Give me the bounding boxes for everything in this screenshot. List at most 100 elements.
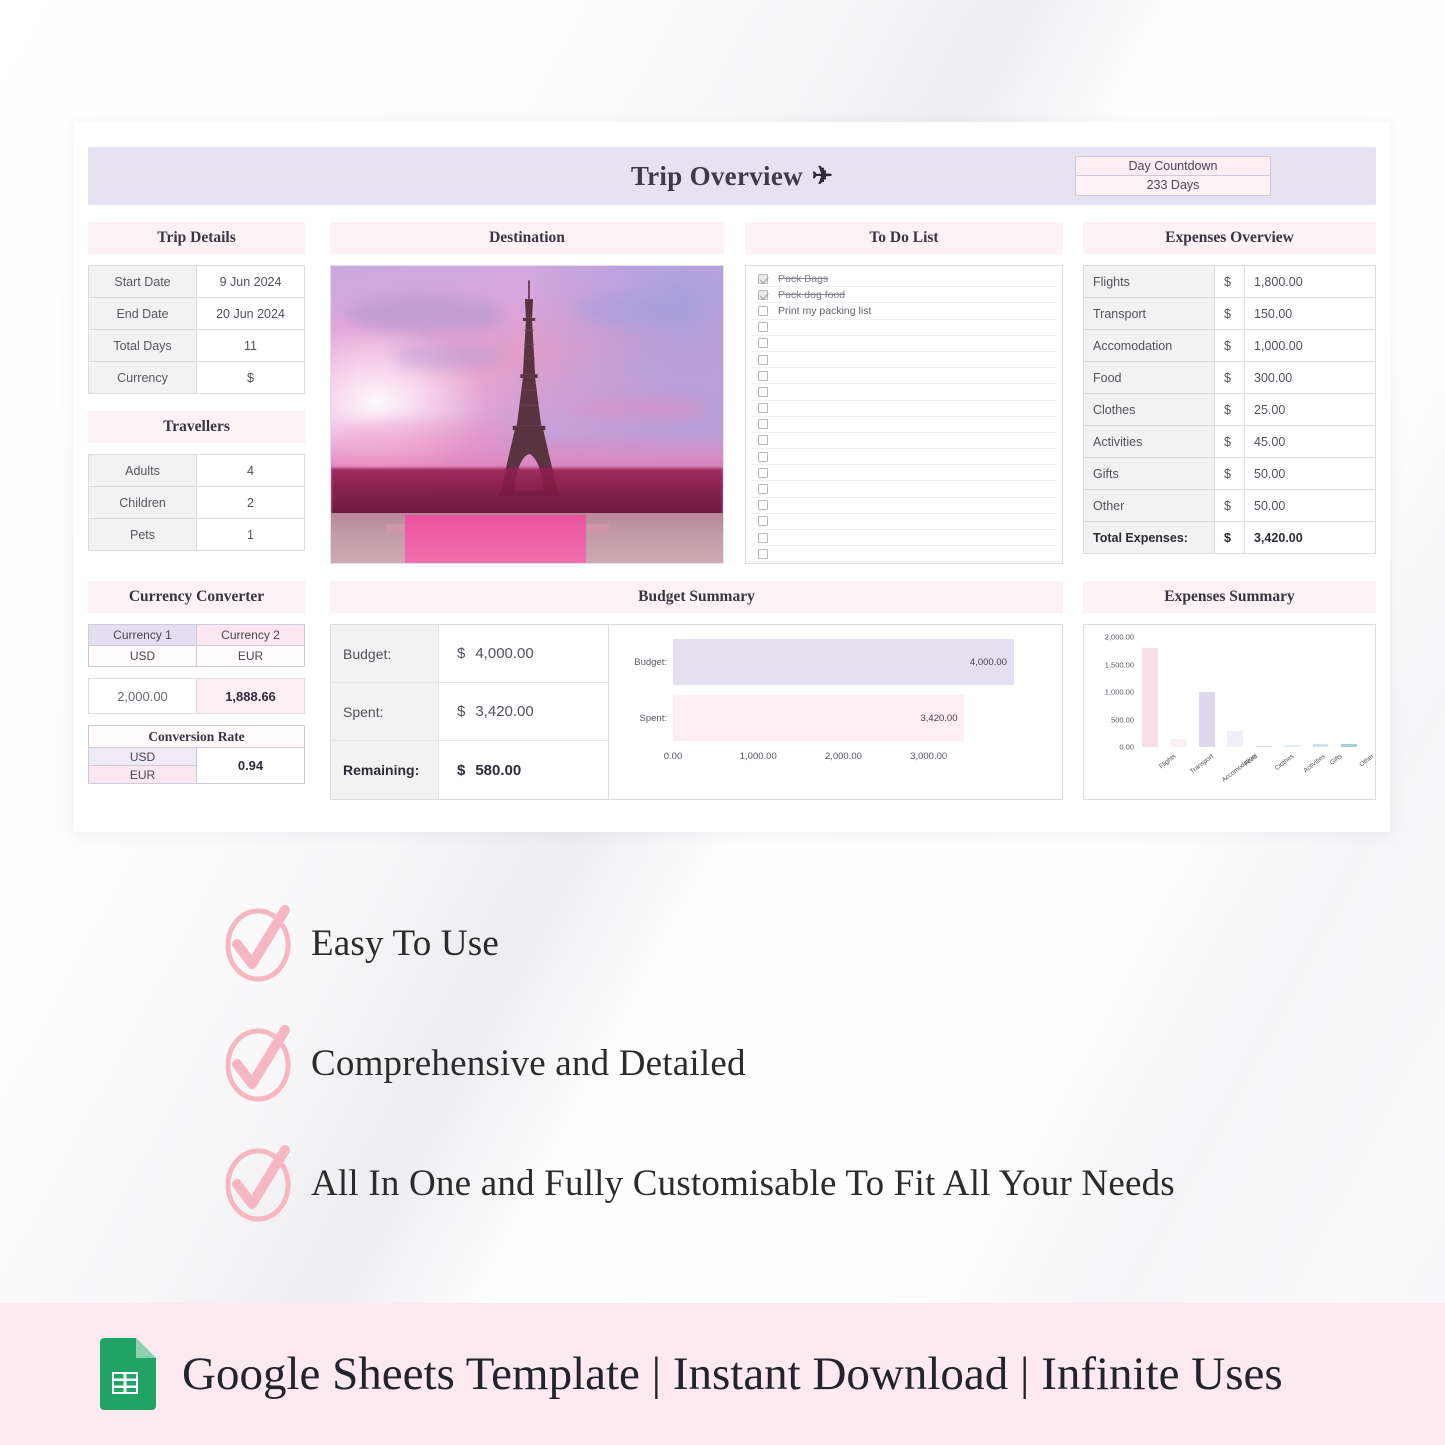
budget-bar-fill: 3,420.00 bbox=[673, 695, 965, 741]
todo-list[interactable]: Pack Bags Pack dog food Print my packing… bbox=[745, 265, 1063, 564]
benefit-label: Comprehensive and Detailed bbox=[311, 1042, 746, 1084]
budget-row-spent: Spent: $ 3,420.00 bbox=[331, 683, 608, 741]
checkbox-icon[interactable] bbox=[758, 435, 768, 446]
checkbox-icon[interactable] bbox=[758, 386, 768, 397]
currency-1-code[interactable]: USD bbox=[88, 645, 197, 667]
check-circle-icon bbox=[215, 900, 301, 986]
checkbox-icon[interactable] bbox=[758, 516, 768, 527]
budget-label: Budget: bbox=[331, 625, 439, 682]
checkbox-icon[interactable] bbox=[758, 451, 768, 462]
chart-bar bbox=[1284, 744, 1300, 747]
todo-item[interactable] bbox=[750, 546, 1058, 563]
spent-label: Spent: bbox=[331, 683, 439, 740]
trip-detail-value-2[interactable]: 11 bbox=[196, 329, 305, 362]
expense-currency-0: $ bbox=[1214, 265, 1245, 298]
todo-item[interactable] bbox=[750, 465, 1058, 482]
checkbox-icon[interactable] bbox=[758, 500, 768, 511]
chart-x-tick: Food bbox=[1243, 753, 1260, 768]
expense-name-5: Activities bbox=[1083, 425, 1215, 458]
sheet-title-bar: Trip Overview ✈ Day Countdown 233 Days bbox=[88, 147, 1376, 205]
trip-detail-value-1[interactable]: 20 Jun 2024 bbox=[196, 297, 305, 330]
checkbox-icon[interactable] bbox=[758, 289, 768, 300]
chart-bar-slot bbox=[1278, 637, 1306, 747]
todo-item[interactable] bbox=[750, 433, 1058, 450]
todo-item[interactable]: Pack dog food bbox=[750, 287, 1058, 304]
currency-2-code[interactable]: EUR bbox=[196, 645, 305, 667]
table-row: Activities $ 45.00 bbox=[1083, 425, 1376, 458]
table-row: Start Date 9 Jun 2024 bbox=[88, 265, 305, 298]
section-header-todo: To Do List bbox=[745, 222, 1063, 254]
todo-item[interactable] bbox=[750, 401, 1058, 417]
checkbox-icon[interactable] bbox=[758, 354, 768, 365]
chart-x-tick: Other bbox=[1358, 753, 1376, 769]
expenses-summary-chart: 0.00 500.00 1,000.00 1,500.00 2,000.00 Fligh… bbox=[1083, 624, 1376, 800]
conversion-rate-value: 0.94 bbox=[196, 747, 305, 784]
todo-item[interactable] bbox=[750, 449, 1058, 466]
expense-amount-2[interactable]: 1,000.00 bbox=[1244, 329, 1376, 362]
todo-item[interactable] bbox=[750, 352, 1058, 369]
expense-amount-3[interactable]: 300.00 bbox=[1244, 361, 1376, 394]
todo-item[interactable] bbox=[750, 384, 1058, 401]
expense-name-6: Gifts bbox=[1083, 457, 1215, 490]
traveller-value-0[interactable]: 4 bbox=[196, 454, 305, 487]
todo-item[interactable] bbox=[750, 320, 1058, 336]
checkbox-icon[interactable] bbox=[758, 467, 768, 478]
checkbox-icon[interactable] bbox=[758, 484, 768, 495]
todo-item[interactable] bbox=[750, 417, 1058, 433]
table-row: Flights $ 1,800.00 bbox=[1083, 265, 1376, 298]
todo-item[interactable] bbox=[750, 336, 1058, 352]
expense-amount-0[interactable]: 1,800.00 bbox=[1244, 265, 1376, 298]
todo-item[interactable] bbox=[750, 481, 1058, 498]
traveller-label-1: Children bbox=[88, 486, 197, 519]
spent-value-cell: $ 3,420.00 bbox=[439, 683, 608, 740]
section-header-currency-converter: Currency Converter bbox=[88, 581, 305, 613]
section-header-expenses-summary: Expenses Summary bbox=[1083, 581, 1376, 613]
checkbox-icon[interactable] bbox=[758, 403, 768, 414]
travellers-table: Adults 4 Children 2 Pets 1 bbox=[88, 454, 305, 551]
chart-bar-slot bbox=[1221, 637, 1249, 747]
todo-item-label: Print my packing list bbox=[778, 304, 872, 317]
check-circle-icon bbox=[215, 1020, 301, 1106]
currency-1-amount[interactable]: 2,000.00 bbox=[88, 678, 197, 714]
budget-currency: $ bbox=[457, 645, 466, 662]
table-row: Total Days 11 bbox=[88, 329, 305, 362]
checkbox-icon[interactable] bbox=[758, 322, 768, 333]
table-row: Clothes $ 25.00 bbox=[1083, 393, 1376, 426]
expense-amount-4[interactable]: 25.00 bbox=[1244, 393, 1376, 426]
check-circle-icon bbox=[215, 1140, 301, 1226]
airplane-icon: ✈ bbox=[811, 162, 834, 190]
checkbox-icon[interactable] bbox=[758, 273, 768, 284]
traveller-value-2[interactable]: 1 bbox=[196, 518, 305, 551]
checkbox-icon[interactable] bbox=[758, 305, 768, 316]
expense-amount-5[interactable]: 45.00 bbox=[1244, 425, 1376, 458]
benefits-list: Easy To Use Comprehensive and Detailed A… bbox=[215, 900, 1265, 1260]
chart-x-tick: Flights bbox=[1158, 753, 1178, 771]
expense-amount-7[interactable]: 50.00 bbox=[1244, 489, 1376, 522]
table-row: Adults 4 bbox=[88, 454, 305, 487]
trip-detail-value-3[interactable]: $ bbox=[196, 361, 305, 394]
todo-item[interactable]: Pack Bags bbox=[750, 271, 1058, 288]
traveller-value-1[interactable]: 2 bbox=[196, 486, 305, 519]
todo-item[interactable] bbox=[750, 498, 1058, 514]
day-countdown-label: Day Countdown bbox=[1076, 157, 1270, 176]
todo-item[interactable] bbox=[750, 514, 1058, 530]
expense-amount-1[interactable]: 150.00 bbox=[1244, 297, 1376, 330]
todo-item[interactable] bbox=[750, 530, 1058, 547]
checkbox-icon[interactable] bbox=[758, 338, 768, 349]
chart-bar-slot bbox=[1164, 637, 1192, 747]
trip-detail-value-0[interactable]: 9 Jun 2024 bbox=[196, 265, 305, 298]
todo-item[interactable] bbox=[750, 368, 1058, 385]
budget-summary-panel: Budget: $ 4,000.00 Spent: $ 3,420.00 Rem… bbox=[330, 624, 1063, 800]
budget-bar-line: Spent: 3,420.00 bbox=[623, 695, 1048, 741]
checkbox-icon[interactable] bbox=[758, 548, 768, 559]
page-title-text: Trip Overview bbox=[630, 160, 803, 191]
checkbox-icon[interactable] bbox=[758, 419, 768, 430]
checkbox-icon[interactable] bbox=[758, 370, 768, 381]
budget-bar-line: Budget: 4,000.00 bbox=[623, 639, 1048, 685]
checkbox-icon[interactable] bbox=[758, 532, 768, 543]
expense-amount-6[interactable]: 50.00 bbox=[1244, 457, 1376, 490]
todo-item-label: Pack dog food bbox=[778, 288, 846, 301]
expenses-total-label: Total Expenses: bbox=[1083, 521, 1215, 554]
budget-axis-tick: 3,000.00 bbox=[910, 751, 948, 762]
todo-item[interactable]: Print my packing list bbox=[750, 303, 1058, 320]
